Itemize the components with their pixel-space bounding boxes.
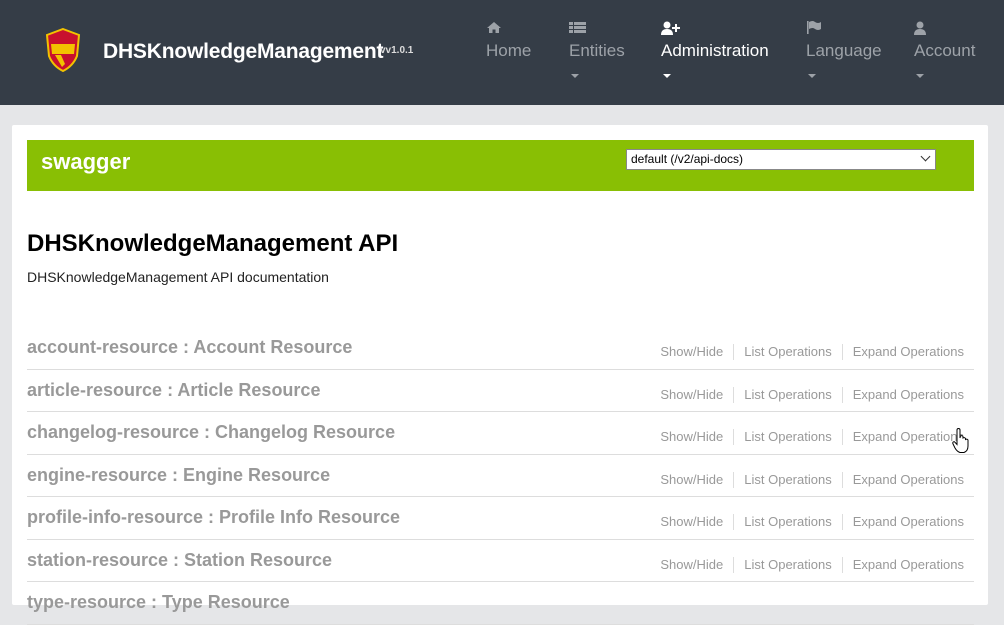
top-navbar: DHSKnowledgeManagement vv1.0.1 Home Enti…	[0, 0, 1004, 105]
resource-name[interactable]: profile-info-resource : Profile Info Res…	[27, 507, 400, 528]
list-operations-link[interactable]: List Operations	[734, 556, 843, 573]
show-hide-link[interactable]: Show/Hide	[650, 556, 735, 573]
resource-name[interactable]: account-resource : Account Resource	[27, 337, 352, 358]
brand-version: vv1.0.1	[380, 45, 414, 56]
resource-name[interactable]: changelog-resource : Changelog Resource	[27, 422, 395, 443]
api-description: DHSKnowledgeManagement API documentation	[27, 269, 329, 285]
show-hide-link[interactable]: Show/Hide	[650, 344, 735, 360]
flag-icon	[807, 21, 821, 34]
resource-name[interactable]: engine-resource : Engine Resource	[27, 465, 330, 486]
nav-administration[interactable]: Administration	[661, 18, 769, 78]
expand-operations-link[interactable]: Expand Operations	[843, 472, 964, 488]
resource-row: account-resource : Account Resource Show…	[27, 327, 974, 370]
show-hide-link[interactable]: Show/Hide	[650, 514, 735, 530]
show-hide-link[interactable]: Show/Hide	[650, 386, 735, 403]
resource-operations: Show/Hide List Operations Expand Operati…	[650, 344, 964, 360]
resource-operations: Show/Hide List Operations Expand Operati…	[650, 429, 964, 445]
user-icon	[914, 21, 926, 35]
list-operations-link[interactable]: List Operations	[734, 386, 843, 403]
show-hide-link[interactable]: Show/Hide	[650, 471, 735, 488]
expand-operations-link[interactable]: Expand Operations	[843, 429, 964, 445]
expand-operations-link[interactable]: Expand Operations	[843, 557, 964, 573]
main-content: swagger default (/v2/api-docs) DHSKnowle…	[12, 125, 988, 625]
nav-entities[interactable]: Entities	[569, 18, 625, 78]
expand-operations-link[interactable]: Expand Operations	[843, 514, 964, 530]
list-operations-link[interactable]: List Operations	[734, 429, 843, 445]
expand-operations-link[interactable]: Expand Operations	[843, 387, 964, 403]
resource-operations: Show/Hide List Operations Expand Operati…	[650, 471, 964, 488]
resource-row: profile-info-resource : Profile Info Res…	[27, 497, 974, 540]
expand-operations-link[interactable]: Expand Operations	[843, 344, 964, 360]
resource-name[interactable]: type-resource : Type Resource	[27, 592, 290, 613]
resource-row: type-resource : Type Resource	[27, 582, 974, 625]
calfire-logo-icon	[45, 28, 81, 72]
swagger-logo-text[interactable]: swagger	[41, 149, 130, 175]
nav-account[interactable]: Account	[914, 18, 975, 78]
brand-title[interactable]: DHSKnowledgeManagement	[103, 40, 384, 64]
resource-operations: Show/Hide List Operations Expand Operati…	[650, 514, 964, 530]
show-hide-link[interactable]: Show/Hide	[650, 429, 735, 445]
resource-operations: Show/Hide List Operations Expand Operati…	[650, 556, 964, 573]
resource-name[interactable]: station-resource : Station Resource	[27, 550, 332, 571]
list-operations-link[interactable]: List Operations	[734, 344, 843, 360]
api-spec-select[interactable]: default (/v2/api-docs)	[626, 149, 936, 170]
resource-operations: Show/Hide List Operations Expand Operati…	[650, 386, 964, 403]
list-operations-link[interactable]: List Operations	[734, 471, 843, 488]
nav-home[interactable]: Home	[486, 18, 531, 61]
hand-pointer-icon	[952, 428, 969, 453]
resource-row: article-resource : Article Resource Show…	[27, 370, 974, 412]
nav-account-label: Account	[914, 41, 976, 60]
nav-language[interactable]: Language	[806, 18, 882, 78]
chevron-down-icon	[808, 74, 816, 78]
nav-language-label: Language	[806, 41, 882, 60]
resource-row: engine-resource : Engine Resource Show/H…	[27, 455, 974, 497]
chevron-down-icon	[571, 74, 579, 78]
api-spec-select-value: default (/v2/api-docs)	[631, 152, 744, 166]
swagger-header: swagger default (/v2/api-docs)	[27, 140, 974, 191]
list-icon	[569, 22, 586, 33]
nav-entities-label: Entities	[569, 41, 625, 60]
nav-home-label: Home	[486, 41, 532, 60]
chevron-down-icon	[663, 74, 671, 78]
resource-name[interactable]: article-resource : Article Resource	[27, 380, 320, 401]
resource-row: changelog-resource : Changelog Resource …	[27, 412, 974, 455]
resource-list: account-resource : Account Resource Show…	[27, 327, 974, 625]
user-plus-icon	[661, 21, 680, 35]
nav-administration-label: Administration	[661, 41, 769, 60]
api-title: DHSKnowledgeManagement API	[27, 230, 399, 257]
chevron-down-icon	[920, 151, 931, 162]
resource-row: station-resource : Station Resource Show…	[27, 540, 974, 582]
list-operations-link[interactable]: List Operations	[734, 514, 843, 530]
brand[interactable]: DHSKnowledgeManagement vv1.0.1	[45, 28, 413, 72]
chevron-down-icon	[916, 74, 924, 78]
home-icon	[487, 22, 501, 33]
